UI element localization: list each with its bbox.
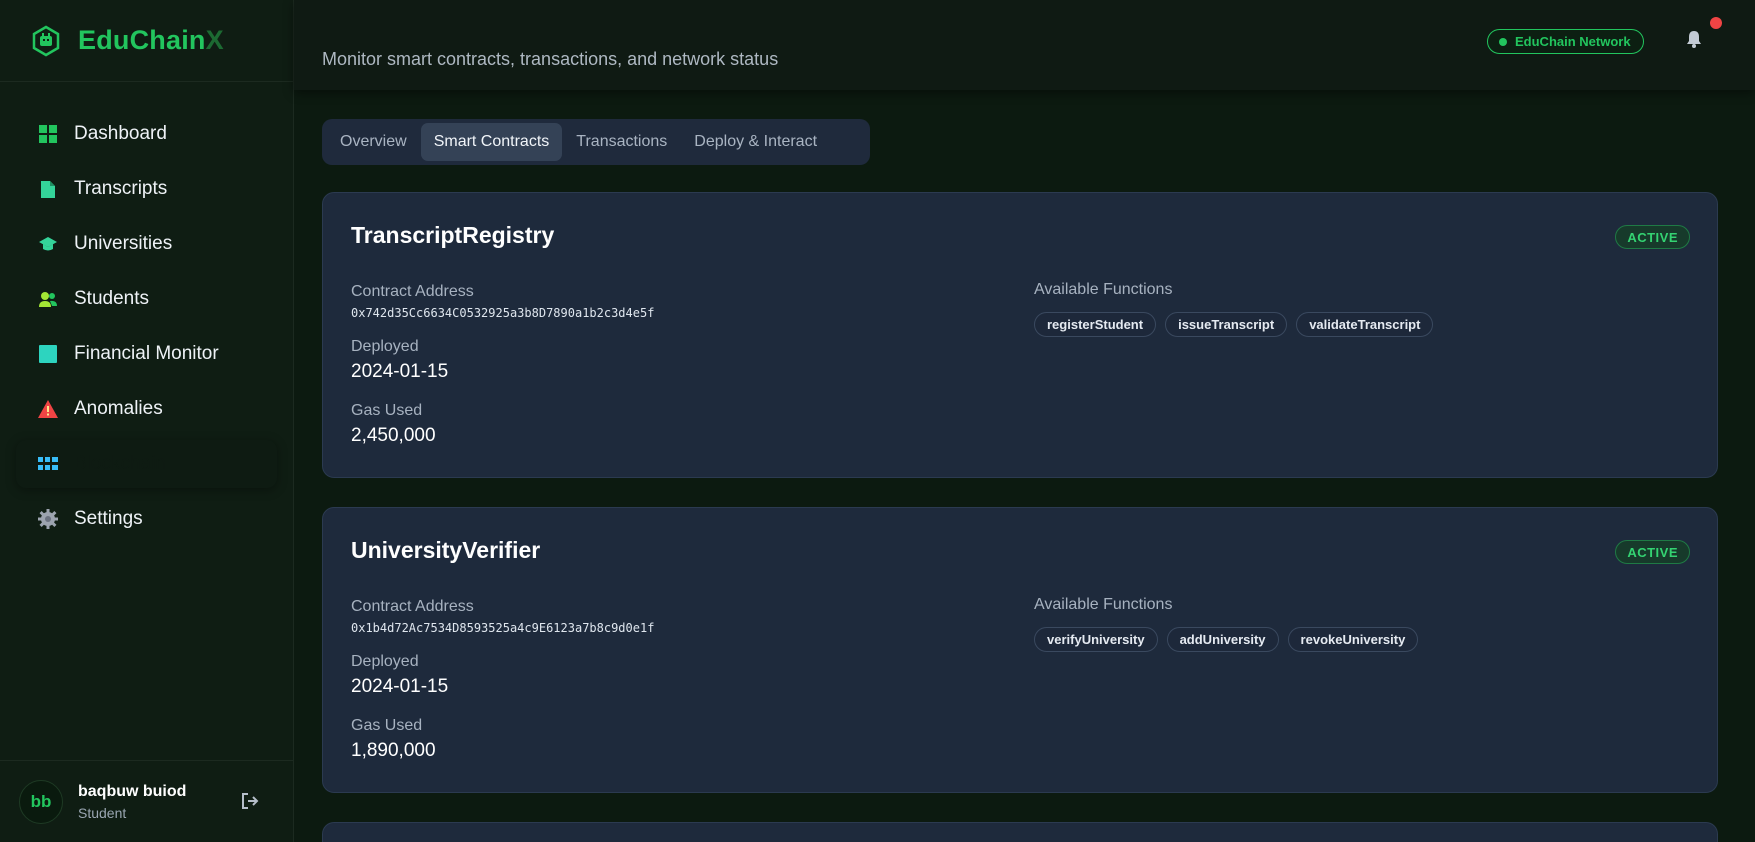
user-profile: bb baqbuw buiod Student xyxy=(0,760,294,842)
contract-name: TranscriptRegistry xyxy=(351,222,555,248)
page-subtitle: Monitor smart contracts, transactions, a… xyxy=(322,49,779,69)
sidebar-item-universities[interactable]: Universities xyxy=(16,220,277,268)
deployed-date: 2024-01-15 xyxy=(351,361,449,382)
bell-icon[interactable] xyxy=(1686,30,1704,50)
blockchain-tabs: Overview Smart Contracts Transactions De… xyxy=(322,119,870,165)
function-chip[interactable]: issueTranscript xyxy=(1165,312,1288,337)
contract-name: UniversityVerifier xyxy=(351,537,541,563)
sidebar-item-dashboard[interactable]: Dashboard xyxy=(16,110,277,158)
user-role: Student xyxy=(78,804,127,821)
deployed-date: 2024-01-15 xyxy=(351,676,449,697)
gas-used-label: Gas Used xyxy=(351,717,423,734)
sidebar-item-financial-monitor[interactable]: Financial Monitor xyxy=(16,330,277,378)
top-bar: Monitor smart contracts, transactions, a… xyxy=(294,0,1755,90)
contract-card: TranscriptRegistry ACTIVE Contract Addre… xyxy=(322,192,1718,478)
sidebar: EduChainX Dashboard Transcripts Universi… xyxy=(0,0,294,842)
functions-list: verifyUniversity addUniversity revokeUni… xyxy=(1034,627,1427,652)
contract-address-label: Contract Address xyxy=(351,283,474,300)
sidebar-item-transcripts[interactable]: Transcripts xyxy=(16,165,277,213)
sidebar-item-label: Dashboard xyxy=(74,123,167,144)
notification-dot xyxy=(1710,17,1722,29)
chart-square-icon xyxy=(38,344,58,364)
sidebar-item-label: Anomalies xyxy=(74,398,163,419)
status-dot-icon xyxy=(1499,37,1507,46)
sidebar-item-settings[interactable]: Settings xyxy=(16,495,277,543)
dashboard-grid-icon xyxy=(38,124,58,144)
contract-address[interactable]: 0x742d35Cc6634C0532925a3b8D7890a1b2c3d4e… xyxy=(351,306,654,320)
sidebar-item-anomalies[interactable]: Anomalies xyxy=(16,385,277,433)
sidebar-item-label: Blockchain xyxy=(74,453,166,474)
sidebar-item-students[interactable]: Students xyxy=(16,275,277,323)
brand[interactable]: EduChainX xyxy=(0,0,293,82)
sidebar-nav: Dashboard Transcripts Universities Stude… xyxy=(0,82,293,543)
document-icon xyxy=(38,179,58,199)
functions-label: Available Functions xyxy=(1034,281,1173,298)
blocks-icon xyxy=(38,454,58,474)
network-label: EduChain Network xyxy=(1515,34,1631,49)
status-badge: ACTIVE xyxy=(1615,225,1690,249)
gas-used-label: Gas Used xyxy=(351,402,423,419)
function-chip[interactable]: addUniversity xyxy=(1166,627,1279,652)
avatar[interactable]: bb xyxy=(19,779,63,824)
deployed-label: Deployed xyxy=(351,653,419,670)
functions-label: Available Functions xyxy=(1034,596,1173,613)
functions-list: registerStudent issueTranscript validate… xyxy=(1034,312,1442,337)
sidebar-item-blockchain[interactable]: Blockchain xyxy=(16,440,277,488)
sidebar-item-label: Students xyxy=(74,288,149,309)
network-status-badge[interactable]: EduChain Network xyxy=(1487,29,1644,54)
graduation-cap-icon xyxy=(38,234,58,254)
contract-address-label: Contract Address xyxy=(351,598,474,615)
function-chip[interactable]: registerStudent xyxy=(1034,312,1157,337)
brand-name: EduChainX xyxy=(78,25,224,55)
warning-icon xyxy=(38,399,58,419)
function-chip[interactable]: revokeUniversity xyxy=(1287,627,1419,652)
tab-transactions[interactable]: Transactions xyxy=(563,123,680,161)
gear-icon xyxy=(38,509,58,529)
logout-icon[interactable] xyxy=(241,792,261,812)
logo-icon xyxy=(30,25,62,57)
deployed-label: Deployed xyxy=(351,338,419,355)
user-name: baqbuw buiod xyxy=(78,782,187,800)
tab-overview[interactable]: Overview xyxy=(327,123,420,161)
sidebar-item-label: Financial Monitor xyxy=(74,343,219,364)
contract-card-partial xyxy=(322,822,1718,842)
tab-smart-contracts[interactable]: Smart Contracts xyxy=(420,123,563,161)
users-icon xyxy=(38,289,58,309)
sidebar-item-label: Settings xyxy=(74,508,143,529)
gas-used-value: 1,890,000 xyxy=(351,740,436,761)
contract-card: UniversityVerifier ACTIVE Contract Addre… xyxy=(322,507,1718,793)
gas-used-value: 2,450,000 xyxy=(351,425,436,446)
contract-address[interactable]: 0x1b4d72Ac7534D8593525a4c9E6123a7b8c9d0e… xyxy=(351,621,654,635)
sidebar-item-label: Transcripts xyxy=(74,178,168,199)
sidebar-item-label: Universities xyxy=(74,233,173,254)
function-chip[interactable]: validateTranscript xyxy=(1296,312,1434,337)
function-chip[interactable]: verifyUniversity xyxy=(1034,627,1158,652)
tab-deploy-interact[interactable]: Deploy & Interact xyxy=(681,123,830,161)
status-badge: ACTIVE xyxy=(1615,540,1690,564)
